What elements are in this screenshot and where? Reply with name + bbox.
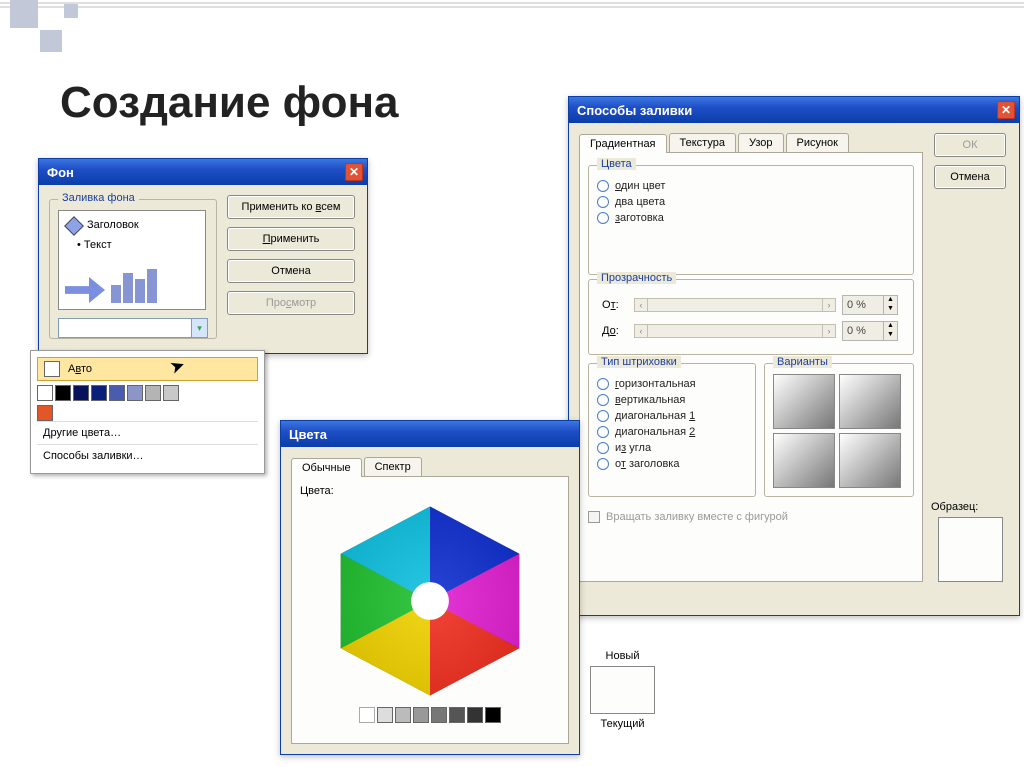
more-colors-item[interactable]: Другие цвета… (37, 421, 258, 444)
tab-standard[interactable]: Обычные (291, 458, 362, 477)
sample-label: Образец: (931, 501, 978, 513)
tab-spectrum[interactable]: Спектр (364, 457, 422, 476)
close-icon[interactable]: ✕ (997, 101, 1015, 119)
radio-horizontal[interactable]: горизонтальная (597, 378, 747, 390)
fill-effects-titlebar: Способы заливки ✕ (569, 97, 1019, 123)
apply-button[interactable]: Применить (227, 227, 355, 251)
color-swatch[interactable] (145, 385, 161, 401)
to-label: До: (601, 320, 629, 342)
from-spinner[interactable]: 0 %▲▼ (842, 295, 898, 315)
color-row-1 (37, 385, 258, 401)
preview-bullet: • Текст (77, 239, 112, 251)
transparency-legend: Прозрачность (597, 272, 676, 284)
color-swatch[interactable] (55, 385, 71, 401)
close-icon[interactable]: ✕ (345, 163, 363, 181)
fill-effects-dialog: Способы заливки ✕ Градиентная Текстура У… (568, 96, 1020, 616)
preview-heading: Заголовок (87, 219, 139, 231)
colors-label: Цвета: (300, 485, 560, 497)
radio-diag1[interactable]: диагональная 1 (597, 410, 747, 422)
fill-methods-item[interactable]: Способы заливки… (37, 444, 258, 467)
rotate-fill-checkbox: Вращать заливку вместе с фигурой (588, 511, 914, 523)
new-label: Новый (590, 650, 655, 662)
color-swatch[interactable] (109, 385, 125, 401)
variant-grid[interactable] (773, 374, 905, 488)
new-color-sample (590, 666, 655, 714)
hex-color-picker[interactable] (325, 501, 535, 701)
color-swatch[interactable] (37, 405, 53, 421)
colors-dialog-titlebar: Цвета (281, 421, 579, 447)
color-swatch[interactable] (73, 385, 89, 401)
preview-button[interactable]: Просмотр (227, 291, 355, 315)
tab-gradient[interactable]: Градиентная (579, 134, 667, 153)
auto-color-item[interactable]: Авто (37, 357, 258, 381)
colors-dialog-title: Цвета (289, 427, 327, 442)
radio-preset[interactable]: заготовка (597, 212, 905, 224)
chevron-down-icon[interactable]: ▾ (191, 319, 207, 337)
color-swatch[interactable] (163, 385, 179, 401)
tab-texture[interactable]: Текстура (669, 133, 736, 152)
fill-color-select[interactable]: ▾ (58, 318, 208, 338)
background-dialog-titlebar: Фон ✕ (39, 159, 367, 185)
background-dialog-title: Фон (47, 165, 74, 180)
from-label: От: (601, 294, 629, 316)
color-picker-popup: Авто Другие цвета… Способы заливки… (30, 350, 265, 474)
slide-preview: Заголовок • Текст (58, 210, 206, 310)
current-label: Текущий (590, 718, 655, 730)
new-current-panel: Новый Текущий (590, 650, 655, 730)
hatch-legend: Тип штриховки (597, 356, 681, 368)
color-swatch[interactable] (91, 385, 107, 401)
fill-effects-title: Способы заливки (577, 103, 692, 118)
variants-legend: Варианты (773, 356, 832, 368)
tab-pattern[interactable]: Узор (738, 133, 784, 152)
page-title: Создание фона (60, 78, 399, 128)
to-slider[interactable]: ‹› (634, 324, 836, 338)
background-fill-legend: Заливка фона (58, 192, 139, 204)
color-row-2 (37, 405, 258, 421)
radio-vertical[interactable]: вертикальная (597, 394, 747, 406)
radio-two-colors[interactable]: два цвета (597, 196, 905, 208)
from-slider[interactable]: ‹› (634, 298, 836, 312)
color-swatch[interactable] (37, 385, 53, 401)
colors-dialog: Цвета Обычные Спектр Цвета: (280, 420, 580, 755)
apply-all-button[interactable]: Применить ко всем (227, 195, 355, 219)
radio-one-color[interactable]: один цвет (597, 180, 905, 192)
background-dialog: Фон ✕ Заливка фона Заголовок • Текст ▾ (38, 158, 368, 354)
radio-from-corner[interactable]: из угла (597, 442, 747, 454)
color-swatch[interactable] (127, 385, 143, 401)
sample-box (938, 517, 1003, 582)
radio-diag2[interactable]: диагональная 2 (597, 426, 747, 438)
tab-picture[interactable]: Рисунок (786, 133, 850, 152)
colors-group-legend: Цвета (597, 158, 636, 170)
ok-button[interactable]: ОК (934, 133, 1006, 157)
to-spinner[interactable]: 0 %▲▼ (842, 321, 898, 341)
cancel-button[interactable]: Отмена (934, 165, 1006, 189)
cancel-button[interactable]: Отмена (227, 259, 355, 283)
radio-from-title[interactable]: от заголовка (597, 458, 747, 470)
